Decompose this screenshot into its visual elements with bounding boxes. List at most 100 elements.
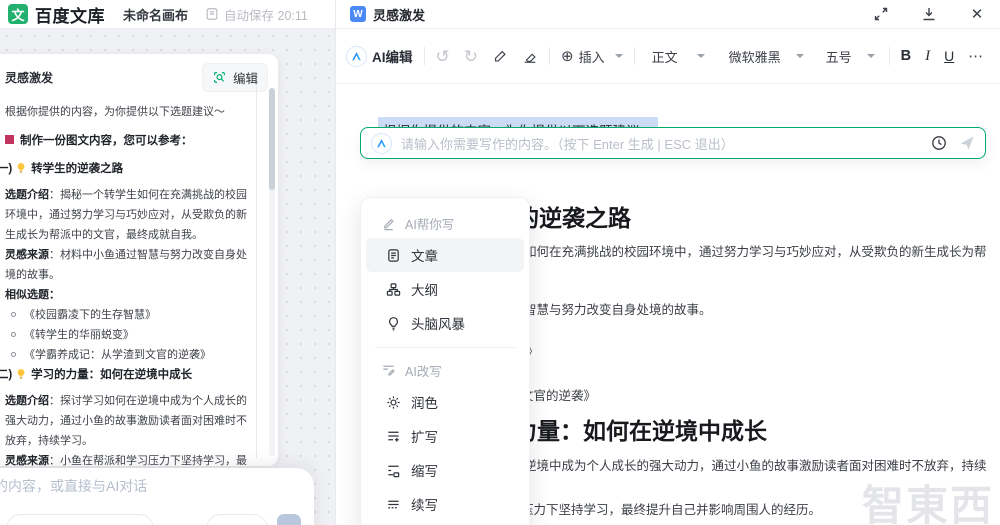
quick-action-pill[interactable] [206, 514, 268, 525]
menu-item-brainstorm[interactable]: 头脑风暴 [366, 306, 524, 340]
close-icon[interactable]: ✕ [968, 5, 986, 23]
section-heading: 制作一份图文内容，您可以参考： [5, 131, 254, 151]
topic-2-source: 灵感来源：小鱼在帮派和学习压力下坚持学习，最终提升自己并影响周围人的经历。 [5, 451, 254, 466]
brand-name: 百度文库 [35, 6, 105, 26]
panel-content: 根据你提供的内容，为你提供以下选题建议～ 制作一份图文内容，您可以参考： (一)… [0, 96, 278, 466]
chevron-down-icon [866, 54, 875, 58]
quick-action-pill[interactable] [6, 514, 154, 525]
watermark: 智東西 zhidx.com [862, 485, 994, 525]
menu-section-ai-rewrite: AI改写 [361, 355, 529, 385]
undo-icon[interactable]: ↺ [436, 48, 450, 65]
menu-item-label: 缩写 [411, 464, 438, 479]
similar-topic-item: 《转学生的华丽蜕变》 [5, 325, 254, 345]
baidu-wenku-logo-icon: 文 [8, 4, 28, 24]
field-label: 灵感来源 [5, 249, 49, 261]
lightbulb-emoji-icon [15, 367, 27, 387]
edit-button-label: 编辑 [232, 72, 258, 86]
article-icon [385, 247, 401, 263]
canvas-doc-name[interactable]: 未命名画布 [123, 5, 188, 24]
menu-item-condense[interactable]: 缩写 [366, 453, 524, 487]
topic-index: (二) [0, 369, 13, 381]
circle-bullet-icon [11, 311, 16, 317]
similar-topic-text: 《转学生的华丽蜕变》 [24, 329, 134, 341]
chevron-down-icon [696, 54, 705, 58]
topic-title-label: 学习的力量：如何在逆境中成长 [31, 369, 193, 381]
doc-paragraph: 如何在充满挑战的校园环境中，通过努力学习与巧妙应对，从受欺负的新生成长为帮 [524, 245, 987, 259]
menu-item-label: 文章 [411, 249, 438, 264]
autosave-icon [204, 6, 220, 22]
redo-icon[interactable]: ↻ [464, 48, 478, 65]
panel-title: 灵感激发 [5, 71, 54, 85]
topic-1-title: (一) 转学生的逆袭之路 [0, 159, 254, 181]
doc-paragraph: 逆境中成为个人成长的强大动力，通过小鱼的故事激励读者面对困难时不放弃，持续 [524, 459, 987, 473]
scan-edit-icon [212, 70, 228, 86]
similar-topic-text: 《校园霸凌下的生存智慧》 [24, 309, 156, 321]
send-icon[interactable] [959, 135, 975, 151]
circle-bullet-icon [11, 351, 16, 357]
top-bar: 文 百度文库 未命名画布 自动保存 20:11 [0, 0, 335, 29]
menu-section-label: AI帮你写 [405, 217, 455, 232]
font-size-select[interactable]: 五号 [826, 47, 875, 66]
download-button[interactable] [920, 5, 938, 23]
topic-1-intro: 选题介绍：揭秘一个转学生如何在充满挑战的校园环境中，通过努力学习与巧妙应对，从受… [5, 185, 254, 245]
word-doc-icon: W [350, 6, 366, 22]
expand-text-icon [385, 428, 401, 444]
topic-title-label: 转学生的逆袭之路 [31, 163, 124, 175]
ai-writing-input[interactable]: 请输入你需要写作的内容。（按下 Enter 生成 | ESC 退出） [360, 127, 986, 159]
ai-edit-button[interactable]: AI编辑 [346, 45, 413, 67]
menu-item-label: 润色 [411, 396, 438, 411]
editor-toolbar: AI编辑 ↺ ↻ ⊕ 插入 正文 微软雅黑 五号 B I U ⋯ [336, 29, 1000, 84]
doc-paragraph: 智慧与努力改变自身处境的故事。 [524, 303, 712, 317]
similar-topic-item: 《学霸养成记：从学渣到文官的逆袭》 [5, 345, 254, 365]
menu-item-label: 扩写 [411, 430, 438, 445]
doc-heading-1: 的逆袭之路 [516, 205, 631, 231]
menu-item-article[interactable]: 文章 [366, 238, 524, 272]
document-header: W 灵感激发 ✕ [336, 0, 1000, 29]
chevron-down-icon [795, 54, 804, 58]
circle-bullet-icon [11, 331, 16, 337]
history-clock-icon[interactable] [931, 135, 947, 151]
insert-menu-button[interactable]: ⊕ 插入 [561, 47, 623, 66]
menu-item-polish[interactable]: 润色 [366, 385, 524, 419]
menu-section-label: AI改写 [405, 364, 442, 379]
panel-scroll-rule [256, 86, 257, 458]
condense-text-icon [385, 462, 401, 478]
panel-divider [335, 0, 336, 525]
scrollbar-thumb[interactable] [269, 88, 275, 190]
intro-text: 根据你提供的内容，为你提供以下选题建议～ [5, 106, 225, 118]
chevron-down-icon [614, 54, 623, 58]
similar-topic-item: 《校园霸凌下的生存智慧》 [5, 305, 254, 325]
inspiration-panel: 灵感激发 编辑 根据你提供的内容，为你提供以下选题建议～ 制作一份图文内容，您可… [0, 54, 278, 466]
menu-item-outline[interactable]: 大纲 [366, 272, 524, 306]
field-label: 灵感来源 [5, 455, 49, 466]
pen-underline-icon [380, 215, 396, 231]
autosave-status: 自动保存 20:11 [204, 5, 308, 24]
eraser-icon[interactable] [522, 48, 538, 64]
edit-button[interactable]: 编辑 [201, 63, 268, 92]
ai-actions-dropdown: AI帮你写 文章 大纲 头脑风暴 AI改写 润色 扩写 缩写 续写 [360, 197, 530, 525]
sparkle-icon [385, 394, 401, 410]
menu-item-label: 续写 [411, 498, 438, 513]
lightbulb-icon [385, 315, 401, 331]
field-label: 选题介绍 [5, 189, 49, 201]
chat-send-button[interactable] [277, 514, 301, 525]
ai-edit-label: AI编辑 [372, 50, 413, 65]
menu-section-ai-write: AI帮你写 [361, 208, 529, 238]
topic-2-intro: 选题介绍：探讨学习如何在逆境中成为个人成长的强大动力，通过小鱼的故事激励读者面对… [5, 391, 254, 451]
doc-paragraph: 文官的逆袭》 [521, 389, 597, 403]
fullscreen-button[interactable] [872, 5, 890, 23]
paragraph-style-select[interactable]: 正文 [652, 47, 705, 66]
menu-item-continue[interactable]: 续写 [366, 487, 524, 521]
paragraph-style-value: 正文 [651, 49, 678, 65]
bold-button[interactable]: B [901, 48, 911, 64]
chat-input[interactable]: 的内容，或直接与AI对话 [0, 476, 147, 496]
format-painter-icon[interactable] [492, 48, 508, 64]
underline-button[interactable]: U [944, 48, 954, 64]
font-family-value: 微软雅黑 [728, 49, 781, 65]
font-family-select[interactable]: 微软雅黑 [729, 47, 804, 66]
menu-item-expand[interactable]: 扩写 [366, 419, 524, 453]
lightbulb-emoji-icon [15, 161, 27, 181]
outline-tree-icon [385, 281, 401, 297]
italic-button[interactable]: I [925, 48, 930, 65]
more-options-icon[interactable]: ⋯ [968, 47, 984, 65]
